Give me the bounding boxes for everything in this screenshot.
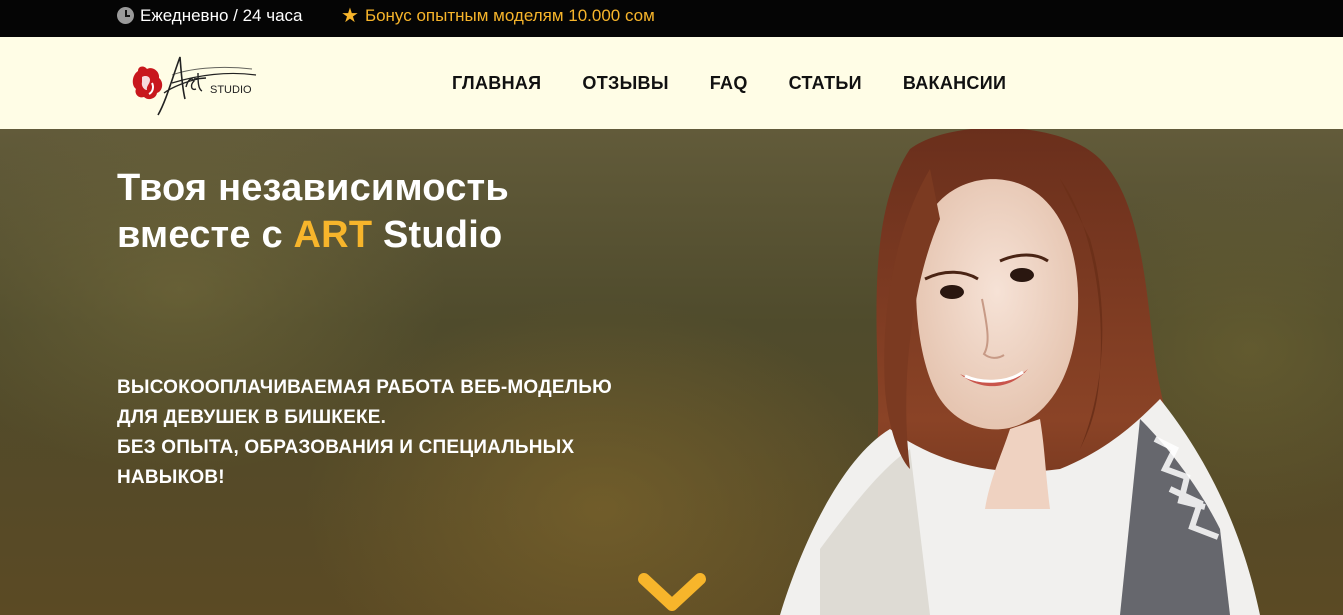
hero-subtitle-line: НАВЫКОВ! (117, 467, 225, 488)
nav-item-vacancies[interactable]: Вакансии (903, 73, 1006, 94)
top-bar: Ежедневно / 24 часа ★ Бонус опытным моде… (0, 0, 1343, 37)
hero-subtitle-line: БЕЗ ОПЫТА, ОБРАЗОВАНИЯ И СПЕЦИАЛЬНЫХ (117, 437, 575, 458)
hero-title-pre: вместе с (117, 214, 294, 256)
logo-image: STUDIO (132, 56, 257, 116)
bonus-info: ★ Бонус опытным моделям 10.000 сом (341, 0, 655, 31)
working-hours-text: Ежедневно / 24 часа (140, 5, 303, 25)
clock-icon (117, 7, 134, 24)
working-hours: Ежедневно / 24 часа (117, 0, 303, 31)
hero-title: Твоя независимость вместе с ART Studio (117, 165, 509, 259)
hero-title-post: Studio (372, 214, 503, 256)
hero-model-photo (780, 129, 1260, 615)
hero-title-line1: Твоя независимость (117, 167, 509, 209)
bonus-text: Бонус опытным моделям 10.000 сом (364, 5, 655, 25)
site-header: STUDIO Главная Отзывы FAQ Статьи Ваканси… (0, 37, 1343, 129)
hero-title-accent: ART (293, 214, 373, 256)
logo-sub-text: STUDIO (210, 84, 252, 96)
site-logo[interactable]: STUDIO (128, 49, 260, 121)
hero-title-line2: вместе с ART Studio (117, 212, 509, 259)
nav-item-articles[interactable]: Статьи (789, 73, 862, 94)
main-nav: Главная Отзывы FAQ Статьи Вакансии (452, 37, 1006, 129)
chevron-down-icon[interactable] (638, 573, 706, 615)
nav-item-faq[interactable]: FAQ (710, 73, 748, 94)
hero-section: Твоя независимость вместе с ART Studio В… (0, 129, 1343, 615)
nav-item-reviews[interactable]: Отзывы (582, 73, 668, 94)
star-icon: ★ (341, 4, 359, 27)
nav-item-main[interactable]: Главная (452, 73, 541, 94)
hero-subtitle-line: ВЫСОКООПЛАЧИВАЕМАЯ РАБОТА ВЕБ-МОДЕЛЬЮ (117, 377, 612, 398)
hero-subtitle: ВЫСОКООПЛАЧИВАЕМАЯ РАБОТА ВЕБ-МОДЕЛЬЮ ДЛ… (117, 373, 657, 493)
hero-subtitle-line: ДЛЯ ДЕВУШЕК В БИШКЕКЕ. (117, 407, 387, 428)
